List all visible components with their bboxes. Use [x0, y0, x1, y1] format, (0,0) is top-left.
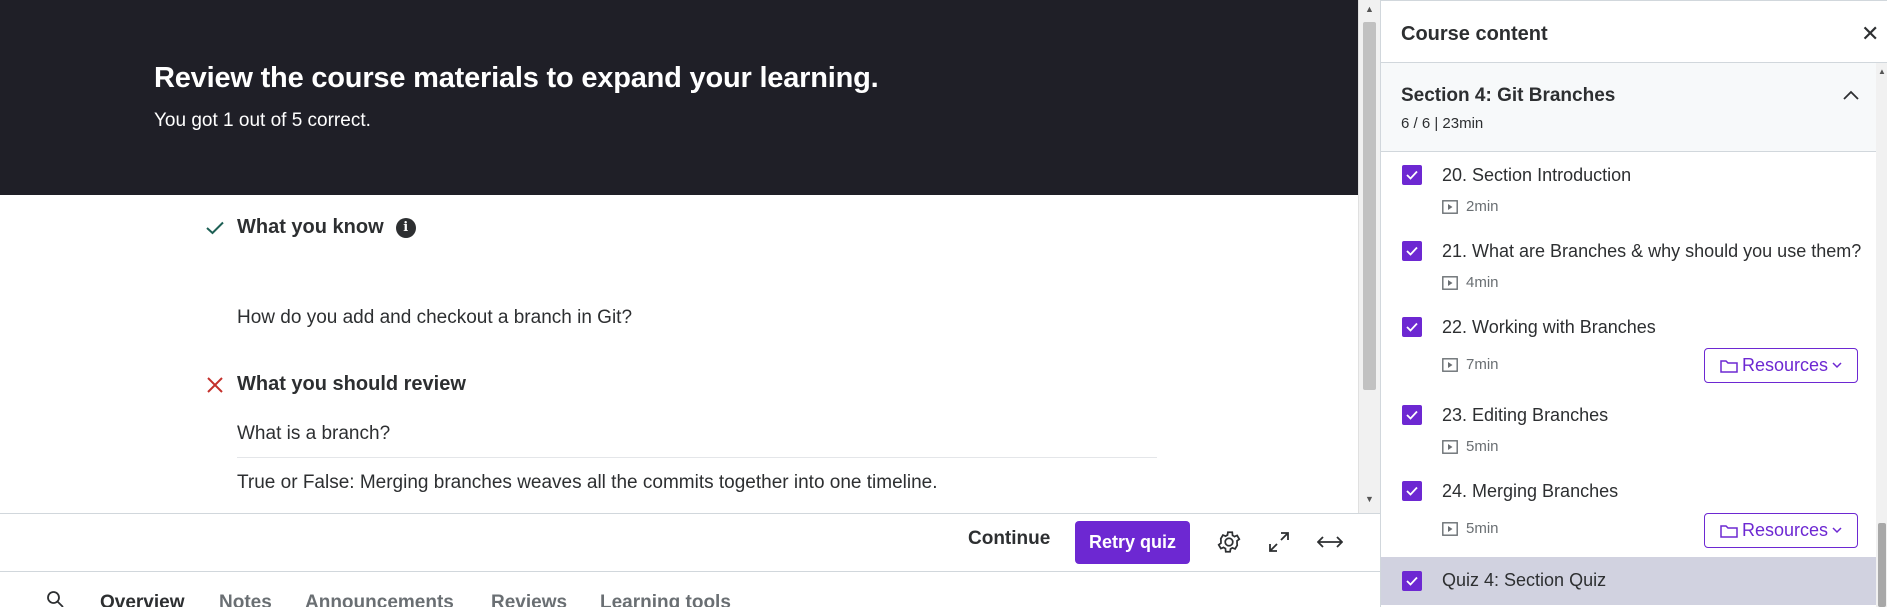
- sidebar-header: Course content ✕: [1381, 0, 1887, 63]
- scrollbar-thumb[interactable]: [1878, 523, 1886, 607]
- lecture-duration: 7min: [1442, 356, 1499, 373]
- lecture-duration: 5min: [1442, 520, 1499, 537]
- folder-icon: [1720, 524, 1738, 538]
- lecture-item[interactable]: 20. Section Introduction 2min: [1381, 152, 1876, 228]
- divider: [237, 457, 1157, 458]
- lecture-title: 24. Merging Branches: [1442, 481, 1619, 501]
- expand-width-icon[interactable]: [1316, 528, 1344, 556]
- completed-checkbox[interactable]: [1402, 571, 1422, 591]
- review-question: What is a branch?: [237, 423, 391, 444]
- fullscreen-icon[interactable]: [1265, 528, 1293, 556]
- lecture-duration: 5min: [1442, 438, 1499, 455]
- score-text: You got 1 out of 5 correct.: [154, 110, 371, 131]
- folder-icon: [1720, 359, 1738, 373]
- results-banner: Review the course materials to expand yo…: [0, 0, 1358, 195]
- scroll-down-icon[interactable]: ▼: [1365, 494, 1374, 504]
- cross-icon: [199, 376, 231, 393]
- lecture-duration: 2min: [1442, 198, 1499, 215]
- search-icon[interactable]: [46, 590, 64, 607]
- resources-dropdown-button[interactable]: Resources: [1704, 513, 1858, 548]
- tab-learning-tools[interactable]: Learning tools: [600, 592, 731, 607]
- main-content: Review the course materials to expand yo…: [0, 0, 1380, 607]
- tab-reviews[interactable]: Reviews: [491, 592, 567, 607]
- tab-overview[interactable]: Overview: [100, 592, 185, 607]
- tab-notes[interactable]: Notes: [219, 592, 272, 607]
- continue-button[interactable]: Continue: [968, 528, 1050, 550]
- completed-checkbox[interactable]: [1402, 405, 1422, 425]
- quiz-title: Quiz 4: Section Quiz: [1442, 570, 1607, 590]
- sidebar-scrollbar[interactable]: ▲: [1876, 63, 1887, 607]
- completed-checkbox[interactable]: [1402, 481, 1422, 501]
- lecture-title: 22. Working with Branches: [1442, 317, 1656, 337]
- should-review-label: What you should review: [237, 373, 466, 395]
- retry-quiz-button[interactable]: Retry quiz: [1075, 521, 1190, 564]
- main-scrollbar[interactable]: ▲ ▼: [1358, 0, 1380, 513]
- resources-dropdown-button[interactable]: Resources: [1704, 348, 1858, 383]
- review-question: True or False: Merging branches weaves a…: [237, 472, 938, 493]
- video-icon: [1442, 199, 1458, 214]
- course-content-sidebar: Course content ✕ Section 4: Git Branches…: [1380, 0, 1887, 607]
- checkmark-icon: [199, 221, 231, 235]
- lecture-item[interactable]: 23. Editing Branches 5min: [1381, 392, 1876, 468]
- scrollbar-thumb[interactable]: [1363, 22, 1376, 390]
- lecture-item[interactable]: 24. Merging Branches 5min Resources: [1381, 468, 1876, 556]
- close-icon[interactable]: ✕: [1861, 21, 1879, 47]
- lecture-title: 20. Section Introduction: [1442, 165, 1632, 185]
- video-icon: [1442, 439, 1458, 454]
- what-you-know-heading: What you know i: [199, 216, 416, 239]
- control-bar: Continue Retry quiz: [0, 513, 1380, 571]
- banner-heading: Review the course materials to expand yo…: [154, 62, 879, 94]
- section-meta: 6 / 6 | 23min: [1401, 115, 1484, 132]
- video-icon: [1442, 521, 1458, 536]
- section-header[interactable]: Section 4: Git Branches 6 / 6 | 23min: [1381, 63, 1876, 152]
- scroll-up-icon[interactable]: ▲: [1365, 4, 1374, 14]
- chevron-down-icon: [1832, 527, 1842, 534]
- info-icon[interactable]: i: [395, 217, 416, 238]
- tab-announcements[interactable]: Announcements: [305, 592, 454, 607]
- section-title: Section 4: Git Branches: [1401, 85, 1616, 106]
- course-tabs: Overview Notes Announcements Reviews Lea…: [0, 571, 1380, 607]
- lecture-item[interactable]: 21. What are Branches & why should you u…: [1381, 228, 1876, 304]
- chevron-down-icon: [1832, 362, 1842, 369]
- what-you-know-label: What you know: [237, 216, 384, 238]
- quiz-item-current[interactable]: Quiz 4: Section Quiz: [1381, 557, 1876, 605]
- quiz-results-page: Review the course materials to expand yo…: [0, 0, 1887, 607]
- lecture-item[interactable]: 22. Working with Branches 7min Resources: [1381, 304, 1876, 392]
- sidebar-title: Course content: [1401, 23, 1548, 45]
- settings-gear-icon[interactable]: [1215, 528, 1243, 556]
- completed-checkbox[interactable]: [1402, 317, 1422, 337]
- review-panel: What you know i How do you add and check…: [0, 195, 1358, 513]
- lecture-title: 21. What are Branches & why should you u…: [1442, 241, 1862, 261]
- known-question: How do you add and checkout a branch in …: [237, 307, 633, 328]
- lecture-duration: 4min: [1442, 274, 1499, 291]
- completed-checkbox[interactable]: [1402, 241, 1422, 261]
- scroll-up-icon[interactable]: ▲: [1878, 67, 1886, 76]
- lecture-title: 23. Editing Branches: [1442, 405, 1609, 425]
- video-icon: [1442, 357, 1458, 372]
- video-icon: [1442, 275, 1458, 290]
- should-review-heading: What you should review: [199, 373, 466, 396]
- chevron-up-icon[interactable]: [1843, 87, 1859, 105]
- completed-checkbox[interactable]: [1402, 165, 1422, 185]
